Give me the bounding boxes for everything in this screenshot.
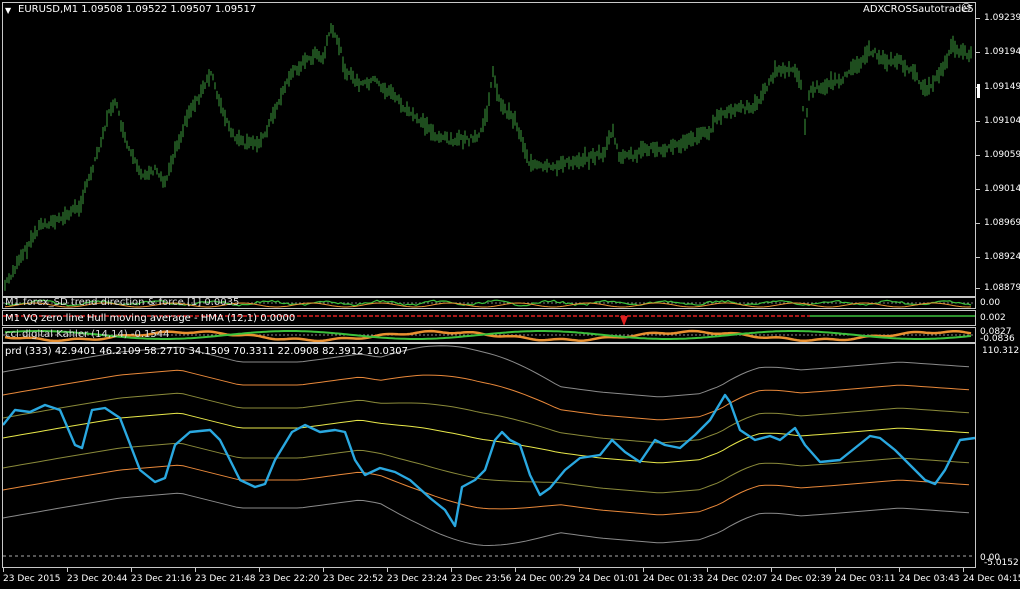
prd-main-line — [2, 393, 976, 528]
current-price-marker — [977, 84, 980, 98]
price-axis-label: 1.09104 — [984, 116, 1020, 126]
indicator-1-label: M1 forex_SD trend direction & force [1] … — [5, 297, 240, 308]
indicator-4-label: prd (333) 42.9401 46.2109 58.2710 34.150… — [5, 346, 408, 357]
time-axis-label: 23 Dec 23:56 — [451, 574, 512, 584]
indicator-4-axis-top: 110.3128 — [982, 346, 1020, 356]
price-axis-label: 1.09239 — [984, 13, 1020, 23]
time-axis-tick — [835, 568, 836, 572]
time-axis-tick — [323, 568, 324, 572]
time-axis-tick — [579, 568, 580, 572]
price-axis-tick — [976, 52, 980, 53]
time-axis-tick — [3, 568, 4, 572]
price-axis-tick — [976, 257, 980, 258]
time-axis-tick — [67, 568, 68, 572]
price-chart[interactable] — [0, 0, 1020, 589]
time-axis-label: 24 Dec 01:33 — [643, 574, 704, 584]
price-axis-label: 1.09014 — [984, 184, 1020, 194]
time-axis-label: 23 Dec 20:44 — [67, 574, 128, 584]
time-axis-label: 24 Dec 01:01 — [579, 574, 640, 584]
prd-band-upper-3 — [2, 369, 970, 421]
price-axis-tick — [976, 155, 980, 156]
time-axis-tick — [131, 568, 132, 572]
time-axis-label: 24 Dec 02:07 — [707, 574, 768, 584]
chart-window[interactable]: ▼ EURUSD,M1 1.09508 1.09522 1.09507 1.09… — [0, 0, 1020, 589]
price-axis-tick — [976, 18, 980, 19]
time-axis-tick — [259, 568, 260, 572]
price-axis-label: 1.08969 — [984, 218, 1020, 228]
prd-band-lower-3 — [2, 492, 970, 547]
time-axis-label: 24 Dec 00:29 — [515, 574, 576, 584]
chart-menu-arrow-icon[interactable]: ▼ — [5, 5, 11, 17]
indicator-1-axis-label: 0.00 — [980, 298, 1001, 308]
time-axis-label: 24 Dec 02:39 — [771, 574, 832, 584]
time-axis-tick — [195, 568, 196, 572]
time-axis-tick — [643, 568, 644, 572]
indicator-2-label: M1 VQ zero line Hull moving average - HM… — [5, 313, 296, 324]
time-axis-tick — [899, 568, 900, 572]
price-axis-tick — [976, 223, 980, 224]
time-axis-tick — [451, 568, 452, 572]
time-axis-label: 23 Dec 21:48 — [195, 574, 256, 584]
price-axis-label: 1.08924 — [984, 252, 1020, 262]
time-axis-label: 23 Dec 21:16 — [131, 574, 192, 584]
time-axis-label: 24 Dec 03:11 — [835, 574, 896, 584]
indicator-4-axis-min: -5.0152 — [984, 558, 1019, 568]
price-axis-label: 1.09149 — [984, 82, 1020, 92]
prd-band-lower-2 — [2, 464, 970, 516]
price-axis-label: 1.09059 — [984, 150, 1020, 160]
time-axis-label: 23 Dec 22:52 — [323, 574, 384, 584]
price-axis-tick — [976, 288, 980, 289]
time-axis-label: 23 Dec 23:24 — [387, 574, 448, 584]
time-axis-tick — [963, 568, 964, 572]
prd-band-upper-1 — [2, 412, 970, 464]
indicator-2-signal-arrow — [620, 316, 628, 326]
indicator-2-axis-label: 0.002 — [980, 313, 1006, 323]
time-axis-label: 23 Dec 2015 — [3, 574, 61, 584]
time-axis-label: 23 Dec 22:20 — [259, 574, 320, 584]
price-axis-label: 1.08879 — [984, 283, 1020, 293]
time-axis-label: 24 Dec 04:15 — [963, 574, 1020, 584]
indicator-3-axis-bottom: -0.0836 — [980, 334, 1015, 344]
price-axis-label: 1.09194 — [984, 47, 1020, 57]
smiley-icon[interactable]: ☹ — [961, 3, 971, 15]
prd-band-upper-2 — [2, 392, 970, 444]
symbol-info: EURUSD,M1 1.09508 1.09522 1.09507 1.0951… — [18, 4, 257, 15]
price-axis-tick — [976, 121, 980, 122]
time-axis-tick — [771, 568, 772, 572]
time-axis-label: 24 Dec 03:43 — [899, 574, 960, 584]
time-axis-tick — [387, 568, 388, 572]
price-axis-tick — [976, 189, 980, 190]
time-axis-tick — [515, 568, 516, 572]
expert-advisor-name[interactable]: ADXCROSSautotrade5 — [863, 4, 974, 16]
time-axis-tick — [707, 568, 708, 572]
indicator-3-label: cci digital Kahler (14,14) -0.1544 — [5, 329, 170, 340]
